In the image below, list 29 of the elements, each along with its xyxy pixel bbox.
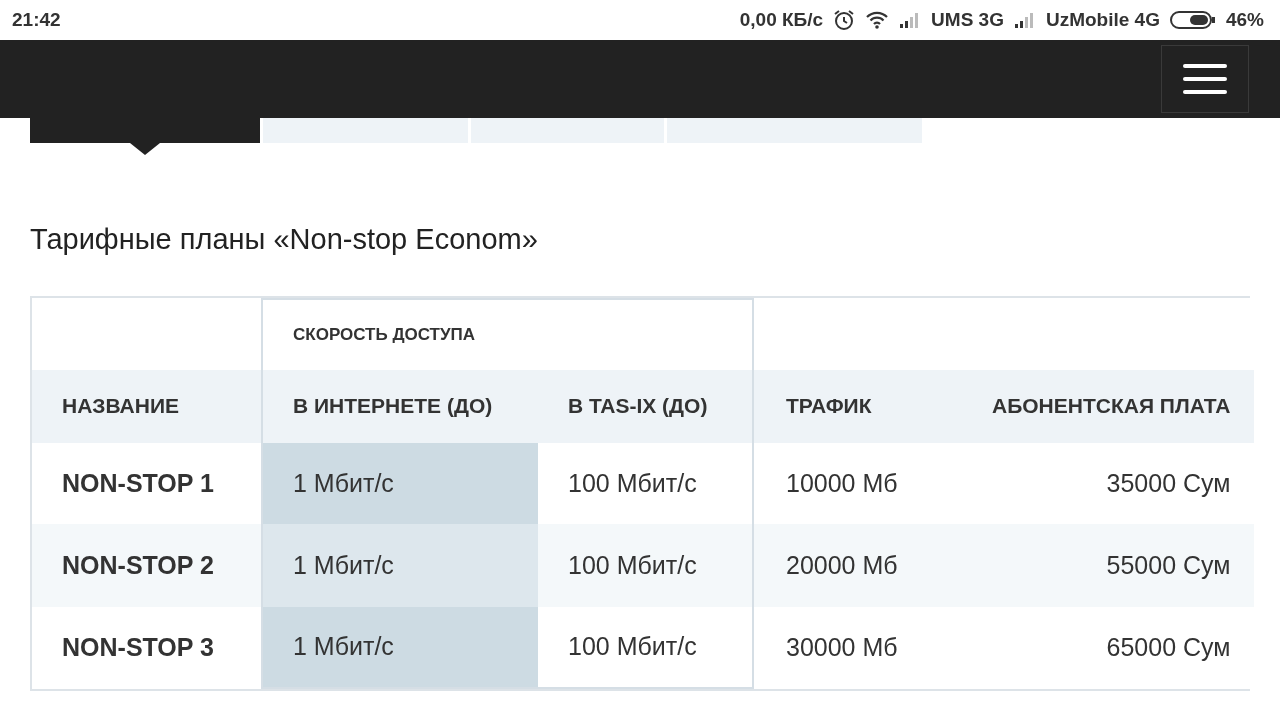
table-cell: 100 Мбит/с	[538, 523, 754, 607]
battery-percent: 46%	[1225, 9, 1264, 31]
table-cell: 55000 Сум	[962, 523, 1255, 607]
page-title: Тарифные планы «Non-stop Econom»	[30, 222, 539, 257]
tab[interactable]	[667, 118, 922, 143]
table-cell: NON-STOP 2	[32, 523, 261, 607]
tab[interactable]	[263, 118, 468, 143]
signal-icon	[1013, 12, 1036, 28]
alarm-clock-icon	[833, 9, 856, 31]
clock-time: 21:42	[12, 9, 61, 31]
table-cell: 1 Мбит/с	[261, 523, 538, 607]
wifi-icon	[865, 11, 890, 29]
table-cell: 1 Мбит/с	[261, 606, 538, 689]
column-header: АБОНЕНТСКАЯ ПЛАТА	[962, 369, 1255, 443]
table-cell: 20000 Мб	[754, 523, 962, 607]
column-header: В TAS-IX (ДО)	[538, 369, 754, 443]
battery-icon	[1169, 11, 1216, 29]
carrier-name: UMS 3G	[931, 9, 1004, 31]
column-header: НАЗВАНИЕ	[32, 369, 261, 443]
tab[interactable]	[471, 118, 664, 143]
column-header: ТРАФИК	[754, 369, 962, 443]
carrier-name: UzMobile 4G	[1045, 9, 1160, 31]
tab-pointer	[130, 143, 160, 155]
column-group-header: СКОРОСТЬ ДОСТУПА	[293, 324, 476, 345]
menu-button[interactable]	[1161, 45, 1249, 113]
column-header: В ИНТЕРНЕТЕ (ДО)	[261, 369, 538, 443]
table-cell: 100 Мбит/с	[538, 606, 754, 689]
table-cell: 1 Мбит/с	[261, 442, 538, 524]
network-speed: 0,00 КБ/с	[739, 9, 824, 31]
